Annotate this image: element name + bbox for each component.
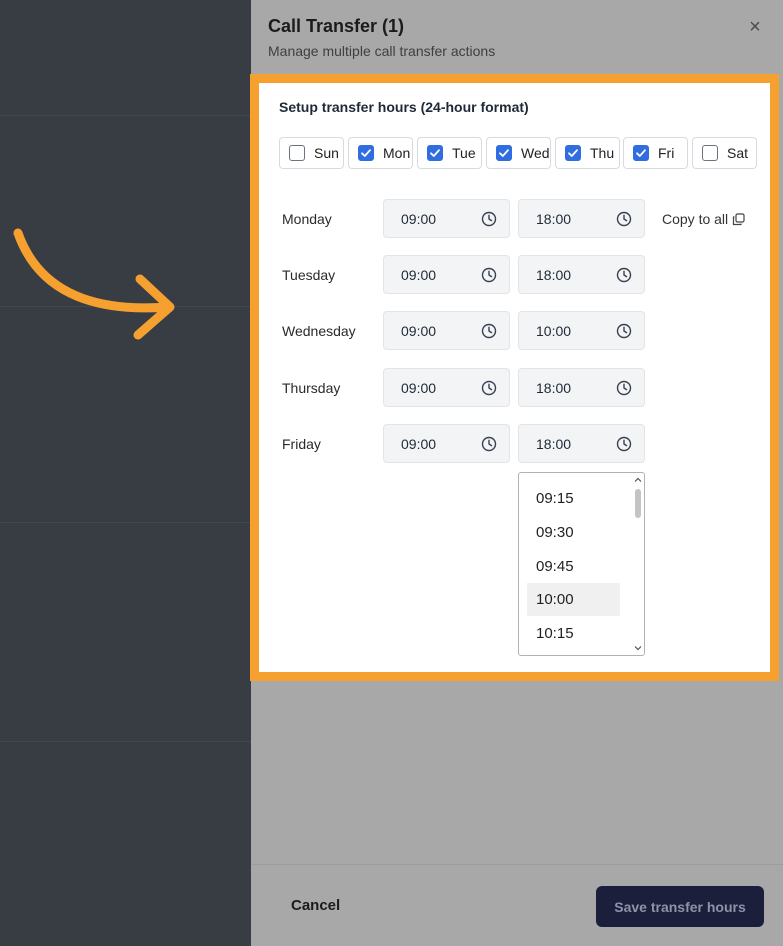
clock-icon [481, 211, 497, 227]
clock-icon [616, 323, 632, 339]
start-time-monday[interactable]: 09:00 [383, 199, 510, 238]
day-label: Thu [590, 145, 615, 161]
clock-icon [616, 267, 632, 283]
backdrop-divider [0, 522, 251, 523]
end-time-thursday[interactable]: 18:00 [518, 368, 645, 407]
day-label: Sat [727, 145, 749, 161]
clock-icon [616, 436, 632, 452]
checkbox[interactable] [702, 145, 718, 161]
checkbox[interactable] [496, 145, 512, 161]
check-icon [568, 149, 578, 157]
time-value: 09:00 [401, 435, 437, 452]
time-value: 18:00 [536, 435, 572, 452]
day-label: Wed [521, 145, 550, 161]
arrow-right-icon [13, 228, 175, 340]
day-toggle-fri[interactable]: Fri [623, 137, 688, 169]
day-label: Fri [658, 145, 675, 161]
clock-icon [481, 267, 497, 283]
start-time-friday[interactable]: 09:00 [383, 424, 510, 463]
day-toggle-mon[interactable]: Mon [348, 137, 413, 169]
drawer-title: Call Transfer (1) [268, 16, 405, 36]
row-label-wednesday: Wednesday [282, 323, 356, 339]
clock-icon [481, 436, 497, 452]
scrollbar-thumb[interactable] [635, 489, 641, 518]
day-toggle-sun[interactable]: Sun [279, 137, 344, 169]
check-icon [430, 149, 440, 157]
cancel-button[interactable]: Cancel [291, 897, 340, 914]
day-toggle-sat[interactable]: Sat [692, 137, 757, 169]
time-value: 10:00 [536, 322, 572, 339]
clock-icon [616, 380, 632, 396]
transfer-hours-panel: Setup transfer hours (24-hour format) Su… [250, 74, 779, 681]
day-toggle-tue[interactable]: Tue [417, 137, 482, 169]
drawer-subtitle: Manage multiple call transfer actions [268, 43, 496, 59]
panel-title: Setup transfer hours (24-hour format) [279, 99, 529, 115]
row-label-friday: Friday [282, 436, 321, 452]
start-time-wednesday[interactable]: 09:00 [383, 311, 510, 350]
copy-to-all-label: Copy to all [662, 211, 729, 227]
checkbox[interactable] [427, 145, 443, 161]
start-time-tuesday[interactable]: 09:00 [383, 255, 510, 294]
time-value: 09:00 [401, 379, 437, 396]
start-time-thursday[interactable]: 09:00 [383, 368, 510, 407]
chevron-up-icon[interactable] [634, 476, 642, 484]
clock-icon [481, 323, 497, 339]
day-toggle-wed[interactable]: Wed [486, 137, 551, 169]
copy-icon [733, 212, 745, 225]
footer-divider [251, 864, 783, 865]
time-value: 09:00 [401, 322, 437, 339]
time-value: 18:00 [536, 266, 572, 283]
day-label: Sun [314, 145, 339, 161]
day-toggle-thu[interactable]: Thu [555, 137, 620, 169]
chevron-down-icon[interactable] [634, 644, 642, 652]
day-label: Mon [383, 145, 411, 161]
row-label-thursday: Thursday [282, 380, 341, 396]
row-label-tuesday: Tuesday [282, 267, 336, 283]
row-label-monday: Monday [282, 211, 332, 227]
end-time-friday[interactable]: 18:00 [518, 424, 645, 463]
time-value: 09:00 [401, 266, 437, 283]
check-icon [499, 149, 509, 157]
clock-icon [481, 380, 497, 396]
check-icon [636, 149, 646, 157]
copy-to-all-button[interactable]: Copy to all [662, 211, 745, 227]
time-option[interactable]: 10:15 [527, 617, 620, 650]
close-icon[interactable]: × [745, 17, 765, 37]
time-dropdown-list[interactable]: 09:15 09:30 09:45 10:00 10:15 [518, 472, 645, 656]
time-option[interactable]: 09:45 [527, 550, 620, 583]
end-time-wednesday[interactable]: 10:00 [518, 311, 645, 350]
backdrop-overlay[interactable] [0, 0, 251, 946]
end-time-monday[interactable]: 18:00 [518, 199, 645, 238]
checkbox[interactable] [358, 145, 374, 161]
day-label: Tue [452, 145, 476, 161]
check-icon [361, 149, 371, 157]
time-value: 18:00 [536, 379, 572, 396]
checkbox[interactable] [289, 145, 305, 161]
dropdown-scrollbar[interactable] [632, 473, 644, 655]
backdrop-divider [0, 741, 251, 742]
time-value: 18:00 [536, 210, 572, 227]
end-time-tuesday[interactable]: 18:00 [518, 255, 645, 294]
save-transfer-hours-button[interactable]: Save transfer hours [596, 886, 764, 927]
time-option[interactable]: 09:15 [527, 482, 620, 515]
time-option-selected[interactable]: 10:00 [527, 583, 620, 616]
time-option[interactable]: 09:30 [527, 516, 620, 549]
checkbox[interactable] [565, 145, 581, 161]
checkbox[interactable] [633, 145, 649, 161]
clock-icon [616, 211, 632, 227]
backdrop-divider [0, 115, 251, 116]
time-value: 09:00 [401, 210, 437, 227]
